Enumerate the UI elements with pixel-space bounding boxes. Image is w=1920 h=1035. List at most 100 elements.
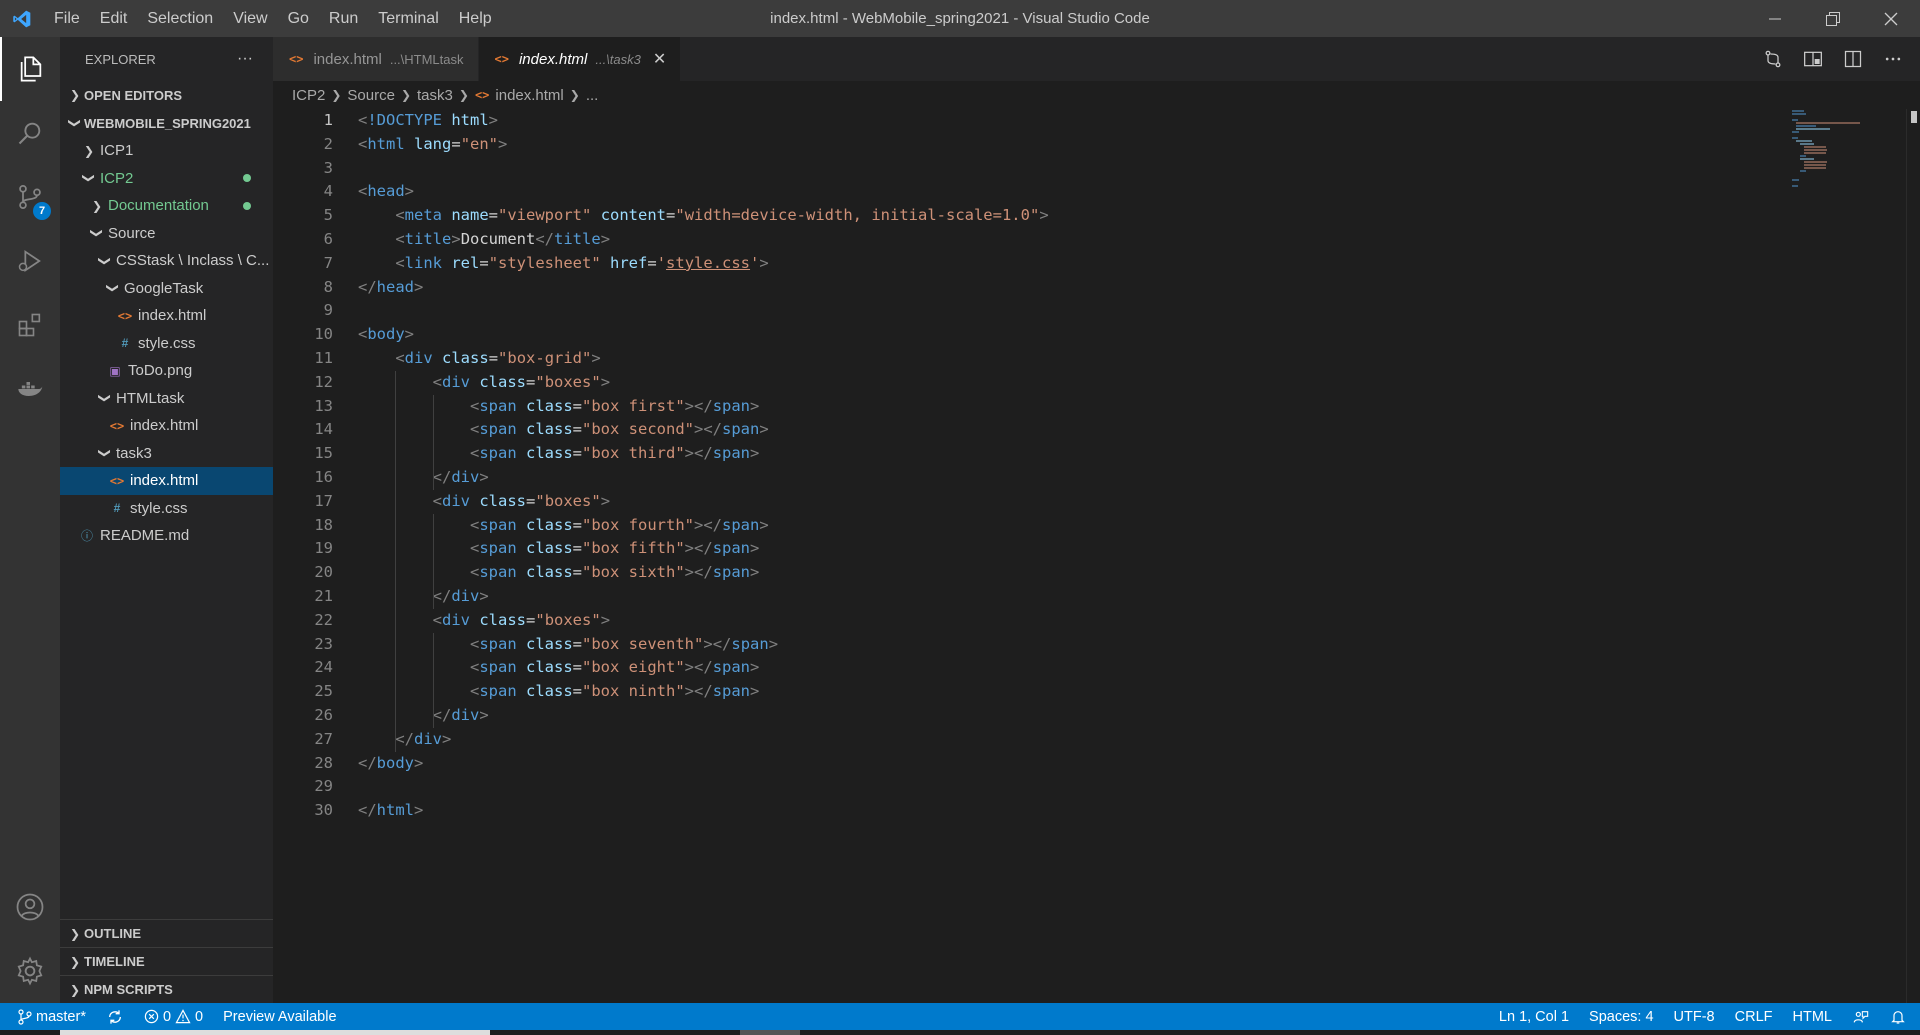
section-outline[interactable]: ❯ OUTLINE bbox=[60, 919, 273, 947]
activity-accounts[interactable] bbox=[0, 875, 60, 939]
tree-item-documentation[interactable]: ❯ Documentation bbox=[60, 192, 273, 220]
tree-item-task3-index-html[interactable]: <> index.html bbox=[60, 467, 273, 495]
tree-item-htmltask[interactable]: ❯ HTMLtask bbox=[60, 385, 273, 413]
close-window-button[interactable] bbox=[1862, 0, 1920, 37]
code-line[interactable]: <title>Document</title> bbox=[358, 228, 1049, 252]
code-line[interactable]: <span class="box sixth"></span> bbox=[358, 561, 1049, 585]
menu-terminal[interactable]: Terminal bbox=[368, 0, 448, 37]
code-line[interactable]: </div> bbox=[358, 585, 1049, 609]
code-line[interactable] bbox=[358, 775, 1049, 799]
minimize-button[interactable] bbox=[1746, 0, 1804, 37]
code-line[interactable]: </div> bbox=[358, 704, 1049, 728]
code-line[interactable]: <html lang="en"> bbox=[358, 133, 1049, 157]
activity-search[interactable] bbox=[0, 101, 60, 165]
tree-item-readme[interactable]: ⓘ README.md bbox=[60, 522, 273, 550]
tree-item-icp1[interactable]: ❯ ICP1 bbox=[60, 137, 273, 165]
code-line[interactable]: <span class="box seventh"></span> bbox=[358, 633, 1049, 657]
code-line[interactable]: <link rel="stylesheet" href='style.css'> bbox=[358, 252, 1049, 276]
code-line[interactable]: <body> bbox=[358, 323, 1049, 347]
tab-task3-index-html[interactable]: <> index.html ...\task3 ✕ bbox=[478, 37, 682, 81]
code-line[interactable]: <div class="boxes"> bbox=[358, 490, 1049, 514]
activity-manage[interactable] bbox=[0, 939, 60, 1003]
breadcrumb-source[interactable]: Source bbox=[347, 87, 395, 104]
activity-extensions[interactable] bbox=[0, 293, 60, 357]
menu-edit[interactable]: Edit bbox=[90, 0, 138, 37]
code-line[interactable]: </html> bbox=[358, 799, 1049, 823]
code-lines[interactable]: <!DOCTYPE html> <html lang="en"> <head> <… bbox=[358, 109, 1049, 823]
cursor-position[interactable]: Ln 1, Col 1 bbox=[1499, 1009, 1569, 1025]
code-line[interactable]: <span class="box ninth"></span> bbox=[358, 680, 1049, 704]
section-npm-scripts[interactable]: ❯ NPM SCRIPTS bbox=[60, 975, 273, 1003]
menu-file[interactable]: File bbox=[44, 0, 90, 37]
section-timeline[interactable]: ❯ TIMELINE bbox=[60, 947, 273, 975]
open-changes-button[interactable] bbox=[1762, 48, 1784, 70]
tree-item-googletask-index-html[interactable]: <> index.html bbox=[60, 302, 273, 330]
tree-item-todo-png[interactable]: ▣ ToDo.png bbox=[60, 357, 273, 385]
section-open-editors[interactable]: ❯ OPEN EDITORS bbox=[60, 81, 273, 109]
code-line[interactable]: <head> bbox=[358, 180, 1049, 204]
tree-item-googletask[interactable]: ❯ GoogleTask bbox=[60, 275, 273, 303]
section-workspace[interactable]: ❯ WEBMOBILE_SPRING2021 bbox=[60, 109, 273, 137]
taskbar-segment bbox=[60, 1030, 490, 1035]
tab-htmltask-index-html[interactable]: <> index.html ...\HTMLtask bbox=[273, 37, 479, 81]
breadcrumb-icp2[interactable]: ICP2 bbox=[292, 87, 325, 104]
activity-source-control[interactable]: 7 bbox=[0, 165, 60, 229]
code-line[interactable]: </div> bbox=[358, 728, 1049, 752]
breadcrumb-file[interactable]: index.html bbox=[495, 87, 563, 104]
breadcrumb-symbols[interactable]: ... bbox=[586, 87, 599, 104]
code-line[interactable]: <div class="boxes"> bbox=[358, 609, 1049, 633]
indentation[interactable]: Spaces: 4 bbox=[1589, 1009, 1654, 1025]
code-line[interactable]: </div> bbox=[358, 466, 1049, 490]
code-line[interactable]: </head> bbox=[358, 276, 1049, 300]
close-icon[interactable]: ✕ bbox=[653, 49, 666, 69]
restore-button[interactable] bbox=[1804, 0, 1862, 37]
code-editor[interactable]: 1 2 3 4 5 6 7 8 9 10 11 12 13 14 15 16 17 18 19 20 21 22 23 24 2… bbox=[273, 109, 1920, 1003]
tree-item-csstask[interactable]: ❯ CSStask \ Inclass \ C... bbox=[60, 247, 273, 275]
activity-run-debug[interactable] bbox=[0, 229, 60, 293]
menu-go[interactable]: Go bbox=[278, 0, 319, 37]
vertical-scrollbar[interactable] bbox=[1906, 109, 1920, 1003]
minimap[interactable] bbox=[1790, 109, 1870, 189]
sync-button[interactable] bbox=[106, 1009, 124, 1025]
open-preview-button[interactable] bbox=[1802, 48, 1824, 70]
tree-item-label: index.html bbox=[130, 417, 199, 435]
language-mode[interactable]: HTML bbox=[1793, 1009, 1832, 1025]
code-line[interactable]: <span class="box eight"></span> bbox=[358, 656, 1049, 680]
code-line[interactable]: <span class="box second"></span> bbox=[358, 418, 1049, 442]
tree-item-htmltask-index-html[interactable]: <> index.html bbox=[60, 412, 273, 440]
code-line[interactable]: <span class="box fifth"></span> bbox=[358, 537, 1049, 561]
code-line[interactable] bbox=[358, 299, 1049, 323]
preview-available[interactable]: Preview Available bbox=[223, 1009, 336, 1025]
menu-help[interactable]: Help bbox=[449, 0, 502, 37]
feedback-button[interactable] bbox=[1852, 1009, 1870, 1025]
branch-status[interactable]: master* bbox=[18, 1009, 86, 1025]
tree-item-googletask-style-css[interactable]: # style.css bbox=[60, 330, 273, 358]
encoding[interactable]: UTF-8 bbox=[1674, 1009, 1715, 1025]
activity-explorer[interactable] bbox=[0, 37, 60, 101]
scrollbar-thumb[interactable] bbox=[1911, 111, 1917, 123]
code-line[interactable]: <!DOCTYPE html> bbox=[358, 109, 1049, 133]
explorer-more-button[interactable]: ··· bbox=[237, 50, 253, 68]
code-line[interactable]: <span class="box first"></span> bbox=[358, 395, 1049, 419]
code-line[interactable]: <meta name="viewport" content="width=dev… bbox=[358, 204, 1048, 228]
code-line[interactable]: <span class="box fourth"></span> bbox=[358, 514, 1049, 538]
menu-run[interactable]: Run bbox=[319, 0, 368, 37]
split-editor-button[interactable] bbox=[1842, 48, 1864, 70]
notifications-button[interactable] bbox=[1890, 1009, 1906, 1025]
problems-status[interactable]: 0 0 bbox=[144, 1009, 203, 1025]
tree-item-icp2[interactable]: ❯ ICP2 bbox=[60, 165, 273, 193]
code-line[interactable]: <span class="box third"></span> bbox=[358, 442, 1049, 466]
end-of-line[interactable]: CRLF bbox=[1735, 1009, 1773, 1025]
tree-item-source[interactable]: ❯ Source bbox=[60, 220, 273, 248]
code-line[interactable]: <div class="boxes"> bbox=[358, 371, 1049, 395]
menu-view[interactable]: View bbox=[223, 0, 277, 37]
breadcrumb-task3[interactable]: task3 bbox=[417, 87, 453, 104]
activity-docker[interactable] bbox=[0, 357, 60, 421]
tree-item-task3[interactable]: ❯ task3 bbox=[60, 440, 273, 468]
more-actions-button[interactable] bbox=[1882, 48, 1904, 70]
code-line[interactable]: <div class="box-grid"> bbox=[358, 347, 1049, 371]
tree-item-task3-style-css[interactable]: # style.css bbox=[60, 495, 273, 523]
code-line[interactable]: </body> bbox=[358, 752, 1049, 776]
code-line[interactable] bbox=[358, 157, 1049, 181]
menu-selection[interactable]: Selection bbox=[137, 0, 223, 37]
